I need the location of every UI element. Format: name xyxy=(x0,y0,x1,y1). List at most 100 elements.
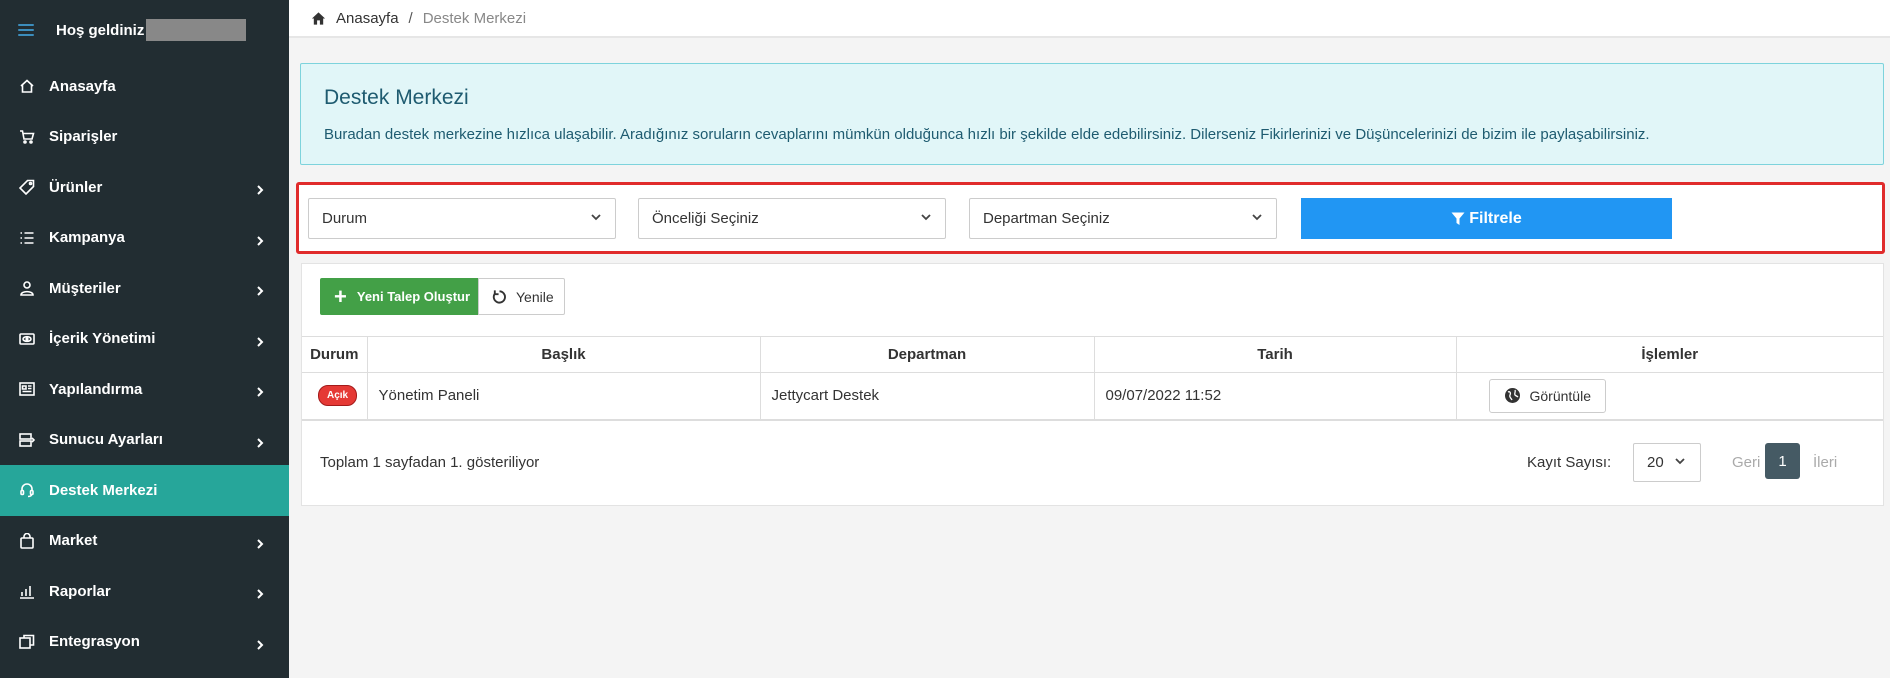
sidebar-item-icerik-yonetimi[interactable]: İçerik Yönetimi xyxy=(0,314,289,365)
eye-icon xyxy=(19,331,35,347)
breadcrumb-separator: / xyxy=(408,9,413,27)
column-header-department[interactable]: Departman xyxy=(759,336,1095,373)
sidebar-item-entegrasyon[interactable]: Entegrasyon xyxy=(0,617,289,668)
chevron-right-icon xyxy=(255,283,265,296)
view-button[interactable]: Görüntüle xyxy=(1488,378,1606,413)
sidebar-item-yapilandirma[interactable]: Yapılandırma xyxy=(0,364,289,415)
status-select-value: Durum xyxy=(322,210,368,227)
chevron-right-icon xyxy=(255,233,265,246)
tickets-card: + Yeni Talep Oluştur Yenile Durum Başlık… xyxy=(301,263,1884,506)
priority-select-value: Önceliği Seçiniz xyxy=(652,210,759,227)
info-callout: Destek Merkezi Buradan destek merkezine … xyxy=(300,63,1884,165)
new-ticket-button[interactable]: + Yeni Talep Oluştur xyxy=(320,278,478,315)
chevron-right-icon xyxy=(255,384,265,397)
user-icon xyxy=(19,280,35,297)
sidebar-item-label: Market xyxy=(49,532,98,550)
filter-button[interactable]: Filtrele xyxy=(1301,198,1672,239)
chevron-down-icon xyxy=(1251,210,1263,227)
chevron-down-icon xyxy=(590,210,602,227)
sidebar-item-label: Destek Merkezi xyxy=(49,481,158,499)
sidebar-item-label: Anasayfa xyxy=(49,77,116,95)
refresh-icon xyxy=(492,290,506,304)
refresh-button[interactable]: Yenile xyxy=(478,278,565,315)
sidebar-item-raporlar[interactable]: Raporlar xyxy=(0,566,289,617)
status-cell: Açık xyxy=(302,372,368,421)
sidebar-item-label: Yapılandırma xyxy=(49,380,143,398)
department-select-value: Departman Seçiniz xyxy=(983,210,1110,227)
menu-toggle-icon[interactable] xyxy=(18,24,34,36)
sidebar-item-siparisler[interactable]: Siparişler xyxy=(0,112,289,163)
sidebar: Hoş geldiniz Anasayfa Siparişler Ürünler… xyxy=(0,0,289,678)
sidebar-item-label: Kampanya xyxy=(49,229,125,247)
column-header-title[interactable]: Başlık xyxy=(366,336,761,373)
sidebar-item-label: Sunucu Ayarları xyxy=(49,431,163,449)
sidebar-item-label: İçerik Yönetimi xyxy=(49,330,156,348)
cart-icon xyxy=(19,129,35,145)
filter-icon xyxy=(1451,212,1465,225)
sidebar-item-urunler[interactable]: Ürünler xyxy=(0,162,289,213)
layers-icon xyxy=(19,634,35,650)
sidebar-item-label: Ürünler xyxy=(49,178,103,196)
sidebar-item-label: Raporlar xyxy=(49,582,111,600)
title-cell: Yönetim Paneli xyxy=(366,372,761,421)
breadcrumb-home-link[interactable]: Anasayfa xyxy=(336,10,399,27)
chevron-right-icon xyxy=(255,586,265,599)
breadcrumb-current: Destek Merkezi xyxy=(422,9,527,27)
sidebar-item-kampanya[interactable]: Kampanya xyxy=(0,213,289,264)
sidebar-item-label: Entegrasyon xyxy=(49,633,140,651)
pagination-prev[interactable]: Geri xyxy=(1732,454,1760,471)
column-header-status[interactable]: Durum xyxy=(302,336,368,373)
records-per-page-value: 20 xyxy=(1647,454,1664,471)
sidebar-header: Hoş geldiniz xyxy=(0,0,289,60)
tag-icon xyxy=(19,179,35,196)
view-button-label: Görüntüle xyxy=(1529,387,1591,404)
newspaper-icon xyxy=(19,381,35,397)
sidebar-item-label: Siparişler xyxy=(49,128,118,146)
records-label: Kayıt Sayısı: xyxy=(1527,454,1612,471)
actions-cell: Görüntüle xyxy=(1455,372,1883,421)
refresh-label: Yenile xyxy=(516,288,554,305)
chevron-right-icon xyxy=(255,536,265,549)
pagination-summary: Toplam 1 sayfadan 1. gösteriliyor xyxy=(320,454,540,471)
date-cell: 09/07/2022 11:52 xyxy=(1093,372,1457,421)
chevron-right-icon xyxy=(255,334,265,347)
globe-icon xyxy=(1504,388,1520,404)
records-per-page-select[interactable]: 20 xyxy=(1633,443,1701,482)
bag-icon xyxy=(19,532,35,549)
sidebar-item-musteriler[interactable]: Müşteriler xyxy=(0,263,289,314)
table-header-row: Durum Başlık Departman Tarih İşlemler xyxy=(302,336,1883,373)
sidebar-nav: Anasayfa Siparişler Ürünler Kampanya Müş… xyxy=(0,61,289,667)
filter-button-label: Filtrele xyxy=(1469,209,1522,227)
column-header-date[interactable]: Tarih xyxy=(1093,336,1457,373)
sidebar-item-market[interactable]: Market xyxy=(0,516,289,567)
pagination-page-1[interactable]: 1 xyxy=(1765,443,1800,479)
chevron-down-icon xyxy=(1674,454,1686,471)
home-icon[interactable] xyxy=(311,10,336,27)
sidebar-item-label: Müşteriler xyxy=(49,279,121,297)
info-description: Buradan destek merkezine hızlıca ulaşabi… xyxy=(324,126,1650,143)
sidebar-item-anasayfa[interactable]: Anasayfa xyxy=(0,61,289,112)
filter-panel: Durum Önceliği Seçiniz Departman Seçiniz… xyxy=(296,182,1885,254)
chevron-down-icon xyxy=(920,210,932,227)
sidebar-item-sunucu-ayarlari[interactable]: Sunucu Ayarları xyxy=(0,415,289,466)
status-badge: Açık xyxy=(318,385,358,407)
chart-icon xyxy=(19,583,35,600)
column-header-actions: İşlemler xyxy=(1455,336,1883,373)
tickets-table: Durum Başlık Departman Tarih İşlemler Aç… xyxy=(302,336,1883,421)
plus-icon: + xyxy=(334,283,347,309)
home-icon xyxy=(19,78,35,94)
new-ticket-label: Yeni Talep Oluştur xyxy=(356,289,471,304)
chevron-right-icon xyxy=(255,435,265,448)
pagination-next[interactable]: İleri xyxy=(1813,454,1837,471)
priority-select[interactable]: Önceliği Seçiniz xyxy=(638,198,946,239)
list-icon xyxy=(19,230,35,246)
headset-icon xyxy=(19,482,35,498)
redacted-username xyxy=(146,19,247,41)
breadcrumb: Anasayfa / Destek Merkezi xyxy=(289,0,1890,38)
status-select[interactable]: Durum xyxy=(308,198,616,239)
table-row: Açık Yönetim Paneli Jettycart Destek 09/… xyxy=(302,372,1883,421)
chevron-right-icon xyxy=(255,182,265,195)
department-select[interactable]: Departman Seçiniz xyxy=(969,198,1277,239)
sidebar-item-destek-merkezi[interactable]: Destek Merkezi xyxy=(0,465,289,516)
main-content: Anasayfa / Destek Merkezi Destek Merkezi… xyxy=(289,0,1890,678)
